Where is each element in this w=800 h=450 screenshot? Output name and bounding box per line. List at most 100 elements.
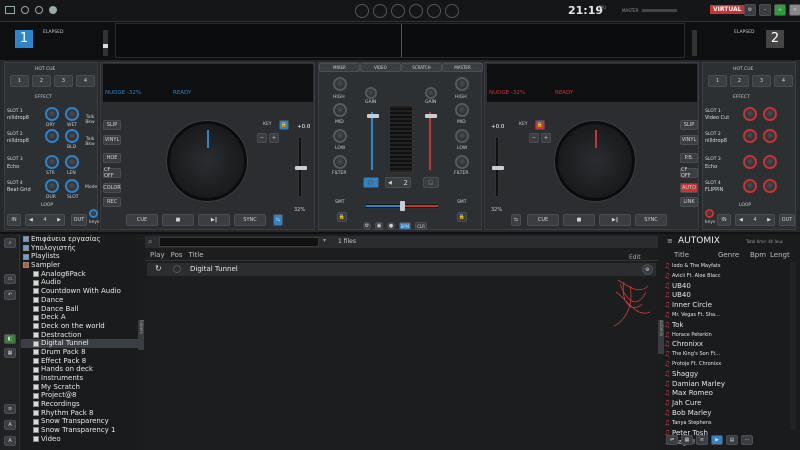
list-item[interactable]: ♫ Inner Circle bbox=[664, 301, 786, 311]
tree-item[interactable]: Recordings bbox=[21, 400, 138, 409]
deck-1-cue-button[interactable]: CUE bbox=[126, 214, 158, 226]
deck-2-keys-knob[interactable] bbox=[705, 209, 714, 218]
column-play[interactable]: Play bbox=[150, 251, 165, 260]
deck-2-play-button[interactable]: ▶‖ bbox=[599, 214, 631, 226]
tree-item[interactable]: Υπολογιστής bbox=[21, 244, 138, 253]
close-button[interactable]: × bbox=[789, 4, 800, 16]
deck-2-fx-knob-4[interactable] bbox=[763, 129, 777, 143]
deck-2-fx-knob-7[interactable] bbox=[743, 179, 757, 193]
deck-1-hotcue-3[interactable]: 3 bbox=[54, 75, 73, 87]
record-icon[interactable] bbox=[21, 6, 29, 14]
deck-1-slot-3-select[interactable]: Echo bbox=[7, 164, 19, 170]
refresh-icon[interactable]: ↻ bbox=[155, 264, 162, 273]
tree-item[interactable]: Snow Transparency 1 bbox=[21, 426, 138, 435]
deck-2-slip-button[interactable]: SLIP bbox=[680, 120, 698, 130]
mixer-right-low-knob[interactable] bbox=[455, 129, 469, 143]
deck-2-sync-extra-button[interactable]: ⇆ bbox=[511, 214, 521, 226]
text-large-icon[interactable]: A bbox=[4, 436, 16, 446]
deck-1-loop-out-button[interactable]: OUT bbox=[71, 214, 87, 226]
deck-2-slot-1-select[interactable]: Video Cut bbox=[705, 115, 729, 121]
settings-button[interactable]: ⚙ bbox=[744, 4, 756, 16]
automix-sidebar-icon[interactable]: ▤ bbox=[726, 435, 738, 445]
list-item[interactable]: ♫ Avicii Ft. Aloe Blacc bbox=[664, 272, 786, 282]
deck-2-hotcue-4[interactable]: 4 bbox=[774, 75, 793, 87]
mixer-tab-mixer[interactable]: MIXER bbox=[319, 63, 360, 72]
tree-item[interactable]: Playlists bbox=[21, 252, 138, 261]
deck-2-stop-button[interactable]: ■ bbox=[563, 214, 595, 226]
deck-2-fx-knob-8[interactable] bbox=[763, 179, 777, 193]
row-edit-label[interactable]: Edit bbox=[629, 254, 641, 261]
automix-column-title[interactable]: Title bbox=[674, 251, 689, 259]
list-item[interactable]: ♫ Mr. Vegas Ft. Sha... bbox=[664, 311, 786, 321]
deck-1-slot-2-select[interactable]: nilldrop8 bbox=[7, 138, 29, 144]
mixer-tab-master[interactable]: MASTER bbox=[442, 63, 483, 72]
sampler-icon[interactable]: ◧ bbox=[4, 334, 16, 344]
deck-2-jog-wheel[interactable] bbox=[555, 121, 635, 201]
mixer-right-high-knob[interactable] bbox=[455, 77, 469, 91]
record-icon[interactable]: ● bbox=[387, 222, 395, 230]
deck-2-loop-out-button[interactable]: OUT bbox=[779, 214, 795, 226]
automix-scrollbar[interactable] bbox=[790, 262, 796, 430]
automix-grid-icon[interactable]: ▦ bbox=[681, 435, 693, 445]
deck-2-loop-in-button[interactable]: IN bbox=[717, 214, 731, 226]
search-options-icon[interactable]: ▾ bbox=[323, 237, 326, 244]
mixer-sampler-selector[interactable]: ◀ 2 bbox=[385, 177, 411, 188]
settings-icon[interactable] bbox=[5, 6, 15, 14]
mixer-lock-button[interactable]: 🔒 bbox=[337, 212, 347, 222]
deck-1-fx-knob-2[interactable] bbox=[65, 107, 79, 121]
mixer-bpm-button[interactable]: BPM bbox=[399, 222, 411, 230]
tree-item[interactable]: Digital Tunnel bbox=[21, 339, 138, 348]
settings-icon[interactable]: ⚙ bbox=[363, 222, 371, 230]
automix-menu-icon[interactable]: ⋯ bbox=[741, 435, 753, 445]
tree-item[interactable]: Rhythm Pack 8 bbox=[21, 409, 138, 418]
deck-1-fx-knob-7[interactable] bbox=[45, 179, 59, 193]
deck-1-fx-knob-8[interactable] bbox=[65, 179, 79, 193]
deck-1-fx-knob-4[interactable] bbox=[65, 129, 79, 143]
automix-list-icon[interactable]: ≡ bbox=[696, 435, 708, 445]
tree-item[interactable]: Hands on deck bbox=[21, 365, 138, 374]
deck-2-loop-size[interactable]: ◀ 4 ▶ bbox=[735, 214, 775, 226]
tree-item[interactable]: Countdown With Audio bbox=[21, 287, 138, 296]
list-item[interactable]: ♫ The King's Son Ft... bbox=[664, 350, 786, 360]
deck-1-play-button[interactable]: ▶‖ bbox=[198, 214, 230, 226]
tree-item[interactable]: Sampler bbox=[21, 261, 138, 270]
deck-1-pitch-slider[interactable] bbox=[295, 137, 307, 197]
folder-tree-tab[interactable]: folders bbox=[138, 320, 144, 350]
chevron-left-icon[interactable]: ◀ bbox=[29, 217, 33, 223]
deck-1-slip-button[interactable]: SLIP bbox=[103, 120, 121, 130]
mixer-lock-button-right[interactable]: 🔒 bbox=[457, 212, 467, 222]
deck-1-stop-button[interactable]: ■ bbox=[162, 214, 194, 226]
deck-1-slot-1-select[interactable]: nilldrop8 bbox=[7, 115, 29, 121]
deck-1-fx-knob-5[interactable] bbox=[45, 155, 59, 169]
deck-1-slot-4-select[interactable]: Beat Grid bbox=[7, 187, 31, 193]
table-row[interactable]: ↻ Digital Tunnel Edit ⚙ bbox=[147, 254, 656, 276]
deck-1-jog-wheel[interactable] bbox=[167, 121, 247, 201]
minimize-button[interactable]: – bbox=[759, 4, 771, 16]
list-item[interactable]: ♫ UB40 bbox=[664, 291, 786, 301]
mixer-left-headphone-button[interactable]: 🎧 bbox=[363, 177, 379, 188]
mixer-tab-video[interactable]: VIDEO bbox=[360, 63, 401, 72]
list-icon[interactable]: ≡ bbox=[4, 404, 16, 414]
tree-item[interactable]: Επιφάνεια εργασίας bbox=[21, 235, 138, 244]
deck-2-cfoff-button[interactable]: CF OFF bbox=[680, 167, 698, 179]
deck-2-fx-knob-1[interactable] bbox=[743, 107, 757, 121]
tree-item[interactable]: Instruments bbox=[21, 374, 138, 383]
deck-1-hoe-button[interactable]: HOE bbox=[103, 153, 121, 163]
mixer-left-volume-fader[interactable] bbox=[367, 111, 379, 171]
chevron-left-icon[interactable]: ◀ bbox=[739, 217, 743, 223]
mixer-left-gain-knob[interactable] bbox=[365, 87, 377, 99]
tree-item[interactable]: My Scratch bbox=[21, 383, 138, 392]
list-item[interactable]: ♫ Damian Marley bbox=[664, 380, 786, 390]
mixer-left-filter-knob[interactable] bbox=[333, 155, 347, 169]
deck-2-fx-knob-3[interactable] bbox=[743, 129, 757, 143]
deck-2-slot-4-select[interactable]: FLIPPIN bbox=[705, 187, 723, 193]
list-item[interactable]: ♫ UB40 bbox=[664, 282, 786, 292]
tree-item[interactable]: Dance bbox=[21, 296, 138, 305]
mixer-tab-scratch[interactable]: SCRATCH bbox=[401, 63, 442, 72]
deck-1-fx-knob-6[interactable] bbox=[65, 155, 79, 169]
list-item[interactable]: ♫ Max Romeo bbox=[664, 389, 786, 399]
automix-mix-icon[interactable]: ⇌ bbox=[666, 435, 678, 445]
mic-icon[interactable] bbox=[49, 6, 57, 14]
mixer-left-mid-knob[interactable] bbox=[333, 103, 347, 117]
search-input[interactable] bbox=[159, 237, 319, 247]
